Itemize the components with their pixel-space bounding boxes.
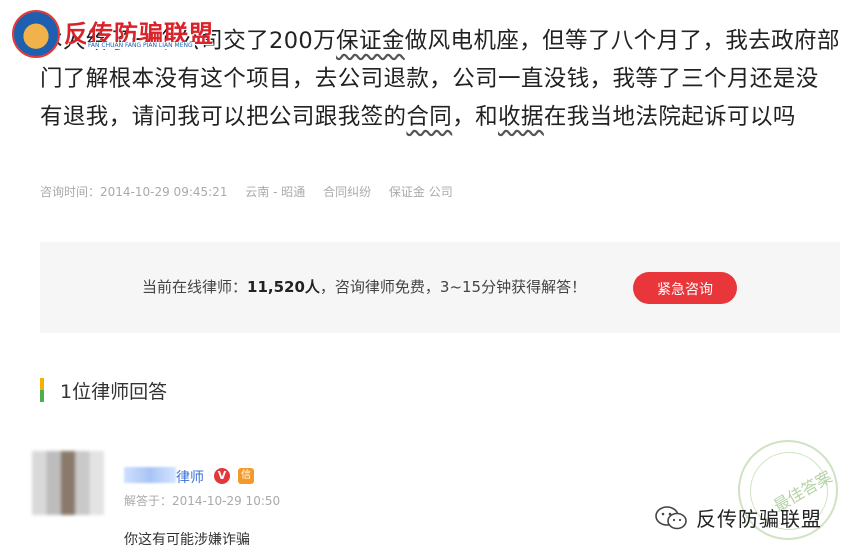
lawyer-name-redacted[interactable] [124,467,176,483]
category-link[interactable]: 合同纠纷 [323,185,371,199]
question-meta: 咨询时间：2014-10-29 09:45:21 云南 - 昭通 合同纠纷 保证… [40,183,467,200]
keyword-contract[interactable]: 合同 [406,104,452,130]
wechat-account-name: 反传防骗联盟 [696,507,822,531]
online-count: 11,520人 [247,278,320,296]
question-part: 在我当地法院起诉可以吗 [543,104,796,130]
answers-count-title: 1位律师回答 [60,380,168,403]
answers-header: 1位律师回答 [40,377,167,403]
lawyer-name[interactable]: 律师 [176,467,204,487]
banner-text: 当前在线律师：11,520人，咨询律师免费，3~15分钟获得解答！ [142,276,586,297]
verified-v-icon: V [214,468,230,484]
watermark-logo: 反传防骗联盟 FAN CHUAN FANG PIAN LIAN MENG [12,10,220,58]
keyword-receipt[interactable]: 收据 [498,104,544,130]
urgent-consult-button[interactable]: 紧急咨询 [633,272,737,304]
lawyer-avatar[interactable] [32,451,104,515]
answer-text: 你这有可能涉嫌诈骗 [124,532,250,548]
consult-time: 咨询时间：2014-10-29 09:45:21 [40,185,228,199]
credit-badge-icon: 信 [238,468,254,484]
keyword-deposit[interactable]: 保证金 [336,28,405,54]
banner-suffix: ，咨询律师免费，3~15分钟获得解答！ [319,278,587,296]
logo-subtext: FAN CHUAN FANG PIAN LIAN MENG [86,42,195,49]
wechat-watermark: 反传防骗联盟 [654,503,822,532]
logo-emblem-icon [12,10,60,58]
online-lawyers-banner: 当前在线律师：11,520人，咨询律师免费，3~15分钟获得解答！ 紧急咨询 [40,242,840,333]
tags-link[interactable]: 保证金 公司 [389,185,453,199]
location-link[interactable]: 云南 - 昭通 [245,185,305,199]
question-part: ，和 [452,104,499,130]
answer-time: 解答于：2014-10-29 10:50 [124,494,281,508]
section-accent-bar [40,378,44,402]
wechat-icon [654,505,688,530]
banner-prefix: 当前在线律师： [142,278,248,296]
